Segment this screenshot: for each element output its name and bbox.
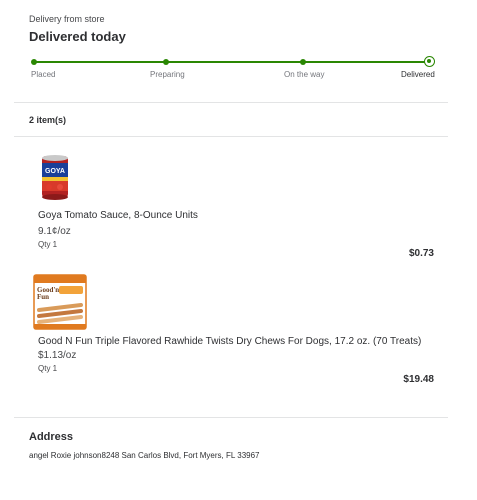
step-dot-placed <box>31 59 37 65</box>
quantity-label: Qty 1 <box>38 364 58 373</box>
goya-can-image[interactable]: GOYA <box>40 154 70 200</box>
step-label-delivered: Delivered <box>401 70 435 79</box>
item-price: $19.48 <box>403 374 434 385</box>
unit-price: 9.1¢/oz <box>38 226 71 237</box>
product-name[interactable]: Goya Tomato Sauce, 8-Ounce Units <box>38 210 198 221</box>
divider <box>14 136 448 137</box>
item-price: $0.73 <box>408 248 434 259</box>
step-dot-on-the-way <box>300 59 306 65</box>
dog-chews-package-image[interactable]: Good'n Fun <box>33 274 87 330</box>
address-heading: Address <box>29 431 74 443</box>
goya-logo-text: GOYA <box>45 168 65 175</box>
step-label-on-the-way: On the way <box>284 70 325 79</box>
product-name[interactable]: Good N Fun Triple Flavored Rawhide Twist… <box>38 336 421 347</box>
step-label-preparing: Preparing <box>150 70 185 79</box>
quantity-label: Qty 1 <box>38 240 58 249</box>
delivery-type-label: Delivery from store <box>29 14 105 24</box>
step-dot-delivered <box>424 56 435 67</box>
order-status-title: Delivered today <box>29 29 126 44</box>
order-status-header: Delivery from store Delivered today <box>29 14 126 44</box>
step-label-placed: Placed <box>31 70 56 79</box>
delivery-progress-tracker: Placed Preparing On the way Delivered <box>31 56 435 88</box>
brand-text: Fun <box>37 293 49 301</box>
unit-price: $1.13/oz <box>38 350 77 361</box>
divider <box>14 102 448 103</box>
divider <box>14 417 448 418</box>
items-count: 2 item(s) <box>29 115 67 125</box>
delivery-address: angel Roxie johnson8248 San Carlos Blvd,… <box>29 451 260 460</box>
step-dot-preparing <box>163 59 169 65</box>
progress-line <box>33 61 429 63</box>
